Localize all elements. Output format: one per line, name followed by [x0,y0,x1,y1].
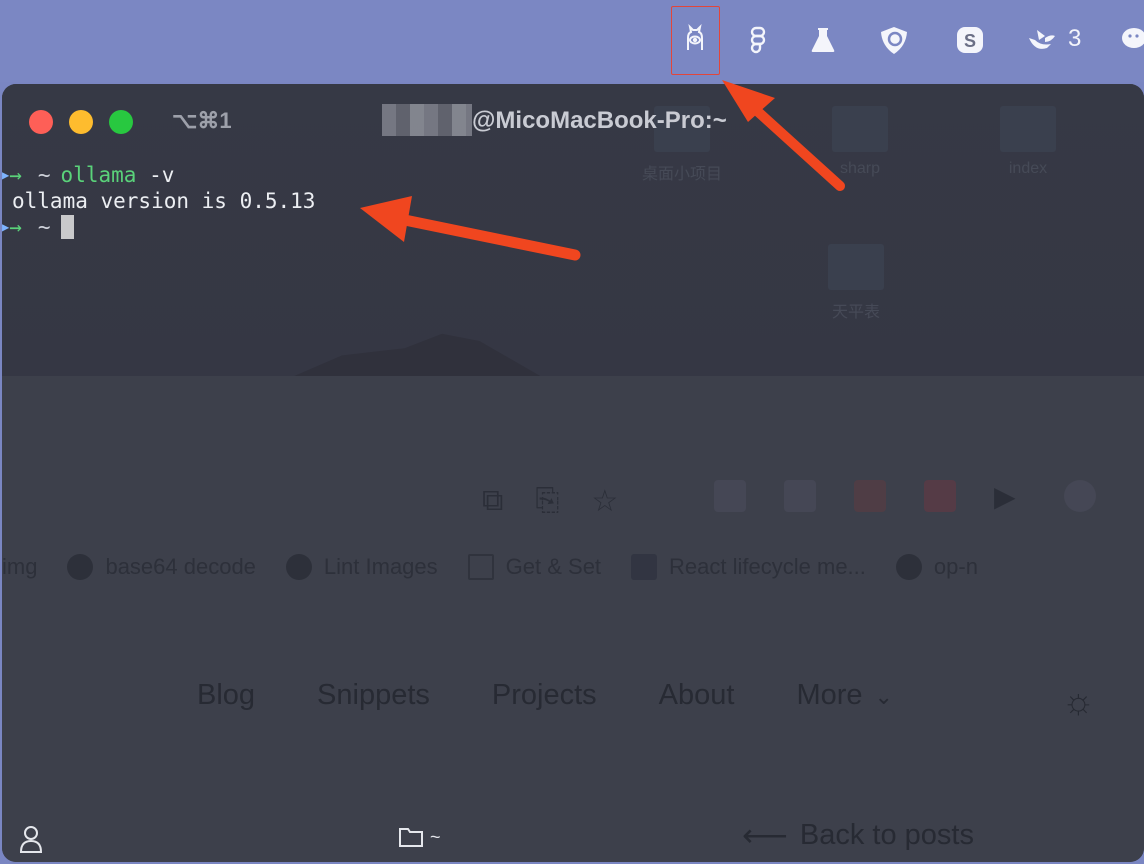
star-icon: ☆ [591,484,619,518]
zoom-button[interactable] [109,110,133,134]
site-nav: Blog Snippets Projects About More ⌄ [197,679,893,712]
sun-icon: ☼ [1062,680,1095,721]
nav-snippets: Snippets [317,679,430,711]
extension-row: ▶ [714,480,1096,512]
terminal-status-bar: ~ ⟵ Back to posts [2,816,1144,860]
extension-icon [924,480,956,512]
command-args: -v [149,163,175,187]
bookmark: Get & Set [467,554,601,580]
folder-icon [399,828,423,847]
user-icon[interactable] [18,824,44,854]
window-title: @MicoMacBook-Pro:~ [472,107,727,134]
extension-icon [854,480,886,512]
tab-shortcut: ⌥⌘1 [172,108,232,133]
back-to-posts-link: ⟵ Back to posts [742,816,974,854]
wechat-icon[interactable] [1116,20,1144,60]
close-button[interactable] [29,110,53,134]
shield-browser-icon[interactable] [874,20,914,60]
output-line: ollama version is 0.5.13 [12,189,316,213]
desktop-item: sharp [832,106,888,178]
browser-background [2,376,1144,862]
bird-app-icon[interactable] [1021,20,1061,60]
extension-icon [784,480,816,512]
nav-about: About [658,679,735,711]
nav-projects: Projects [491,679,597,711]
prompt-arrow-icon: → [9,215,22,239]
github-icon [895,554,922,580]
bookmark: img [2,554,38,579]
bookmark: base64 decode [67,554,256,580]
skype-icon[interactable]: S [950,20,990,60]
extension-icon [1064,480,1096,512]
nav-blog: Blog [197,679,256,711]
ollama-icon[interactable] [675,20,715,60]
menu-bar: S 3 [0,0,1144,82]
prompt-marker-icon: ▶ [2,220,10,234]
command: ollama [60,163,137,187]
flask-icon[interactable] [803,20,843,60]
globe-icon [285,554,312,580]
bookmark: React lifecycle me... [631,554,866,580]
bookmark: Lint Images [285,554,438,580]
back-link-label: Back to posts [799,818,974,851]
browser-toolbar: ⧉ ⎘ ☆ [482,476,618,526]
back-arrow-icon: ⟵ [742,817,788,853]
bookmark: op-n [895,554,978,580]
open-external-icon: ⧉ [482,484,504,517]
prompt-arrow-icon: → [9,163,22,187]
svg-text:S: S [964,31,976,51]
bird-app-count: 3 [1068,25,1082,52]
prompt-dir: ~ [37,163,51,187]
minimize-button[interactable] [69,110,93,134]
redacted-username [382,104,472,136]
directory-label: ~ [430,826,441,847]
folder-icon [467,554,494,580]
prompt-marker-icon: ▶ [2,168,10,182]
prompt-line: ▶ → ~ ollama -v [2,162,315,188]
current-directory[interactable]: ~ [398,826,441,848]
chevron-down-icon: ⌄ [874,684,893,709]
translate-icon: ⎘ [535,484,560,517]
prompt-line: ▶ → ~ [2,214,315,240]
terminal-output[interactable]: ▶ → ~ ollama -v ollama version is 0.5.13 ▶ →… [2,162,315,240]
play-icon: ▶ [994,481,1016,512]
text-cursor [60,215,74,239]
page-icon [631,554,658,580]
bookmarks-bar: img base64 decode Lint Images Get & Set … [2,554,978,580]
figma-icon[interactable] [738,20,778,60]
desktop-item: index [1000,106,1056,178]
desktop-item: 天平表 [828,244,884,322]
extension-icon [714,480,746,512]
prompt-dir: ~ [37,215,51,239]
globe-icon [67,554,94,580]
nav-more: More ⌄ [796,679,893,711]
terminal-window: 桌面小项目 sharp index 天平表 ⌥⌘1 @MicoMacBook-P… [2,84,1144,862]
